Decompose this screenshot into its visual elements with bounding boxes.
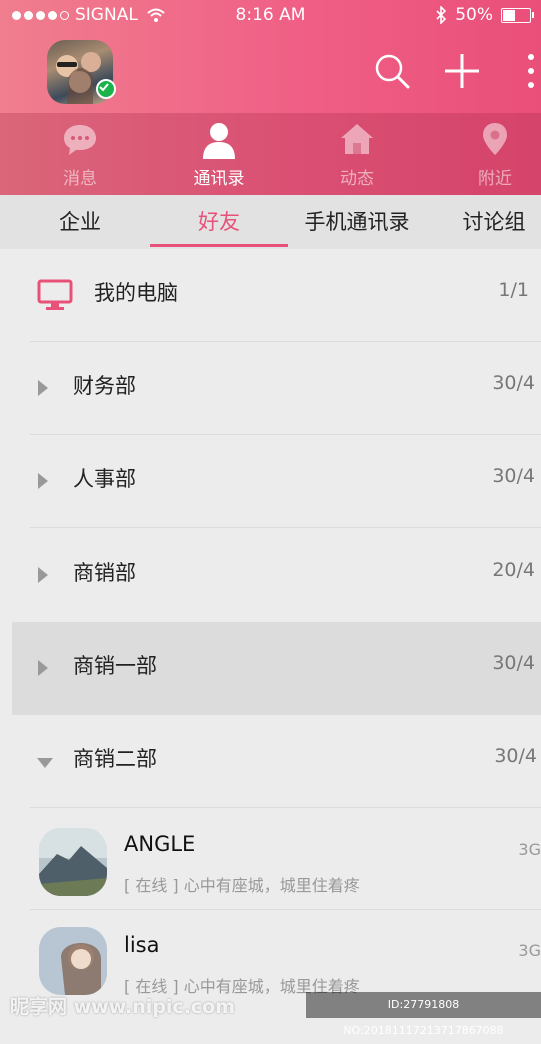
nav-label: 消息 [63, 169, 97, 189]
collapse-arrow-icon [38, 567, 48, 583]
bluetooth-icon [436, 6, 447, 24]
group-name: 人事部 [73, 467, 136, 491]
contact-avatar [39, 828, 107, 896]
group-row[interactable]: 商销部 20/4 [0, 529, 541, 622]
nav-item-messages[interactable]: 消息 [20, 113, 140, 195]
person-icon [203, 123, 235, 159]
network-type: 3G [518, 840, 541, 859]
group-name: 商销二部 [73, 747, 157, 771]
contact-row[interactable]: ANGLE [ 在线 ] 心中有座城，城里住着疼 3G [0, 810, 541, 910]
battery-icon [501, 7, 534, 23]
group-count: 30/4 [492, 372, 535, 394]
plus-icon[interactable] [443, 52, 481, 90]
tab-friends[interactable]: 好友 [150, 195, 288, 249]
row-count: 1/1 [498, 279, 529, 301]
group-count: 30/4 [492, 465, 535, 487]
group-name: 财务部 [73, 374, 136, 398]
nav-label: 附近 [478, 169, 512, 189]
nav-label: 通讯录 [193, 169, 245, 189]
row-label: 我的电脑 [94, 281, 178, 305]
contacts-subtabs: 企业 好友 手机通讯录 讨论组 [0, 195, 541, 249]
search-icon[interactable] [373, 52, 411, 90]
home-icon [341, 124, 373, 154]
more-vertical-icon[interactable] [524, 52, 538, 90]
group-name: 商销一部 [73, 654, 157, 678]
battery-percent: 50% [455, 5, 493, 25]
app-header: SIGNAL 8:16 AM 50% 消息 通讯录 动态 附近 [0, 0, 541, 195]
online-check-icon [96, 79, 116, 99]
contact-name: lisa [124, 933, 160, 957]
group-row[interactable]: 财务部 30/4 [0, 342, 541, 435]
nav-item-feed[interactable]: 动态 [297, 113, 417, 195]
group-row-highlighted[interactable]: 商销一部 30/4 [12, 622, 541, 715]
watermark-logo: 昵享网 www.nipic.com [10, 996, 236, 1018]
group-count: 20/4 [492, 559, 535, 581]
contact-avatar [39, 927, 107, 995]
group-row[interactable]: 人事部 30/4 [0, 435, 541, 528]
group-row-expanded[interactable]: 商销二部 30/4 [0, 715, 541, 808]
collapse-arrow-icon [38, 380, 48, 396]
divider [30, 909, 541, 910]
collapse-arrow-icon [38, 660, 48, 676]
watermark-id: ID:27791808 NO:20181117213717867088 [306, 992, 541, 1037]
nav-label: 动态 [340, 169, 374, 189]
group-name: 商销部 [73, 561, 136, 585]
status-bar: SIGNAL 8:16 AM 50% [0, 0, 541, 30]
tab-phone-contacts[interactable]: 手机通讯录 [292, 195, 422, 249]
nav-item-nearby[interactable]: 附近 [435, 113, 541, 195]
expand-arrow-icon [37, 758, 53, 768]
chat-bubble-icon [64, 125, 96, 155]
computer-monitor-icon [37, 279, 73, 310]
tab-discussion-groups[interactable]: 讨论组 [448, 195, 540, 249]
contact-name: ANGLE [124, 832, 196, 856]
tab-enterprise[interactable]: 企业 [20, 195, 140, 249]
nav-item-contacts[interactable]: 通讯录 [159, 113, 279, 195]
divider [30, 807, 541, 808]
group-count: 30/4 [494, 745, 537, 767]
group-count: 30/4 [492, 652, 535, 674]
contact-status: [ 在线 ] 心中有座城，城里住着疼 [124, 876, 360, 895]
collapse-arrow-icon [38, 473, 48, 489]
bottom-nav-bar: 消息 通讯录 动态 附近 [0, 113, 541, 195]
location-pin-icon [483, 123, 507, 155]
active-tab-indicator [150, 244, 288, 247]
my-computer-row[interactable]: 我的电脑 1/1 [0, 249, 541, 342]
network-type: 3G [518, 941, 541, 960]
divider [30, 527, 541, 528]
